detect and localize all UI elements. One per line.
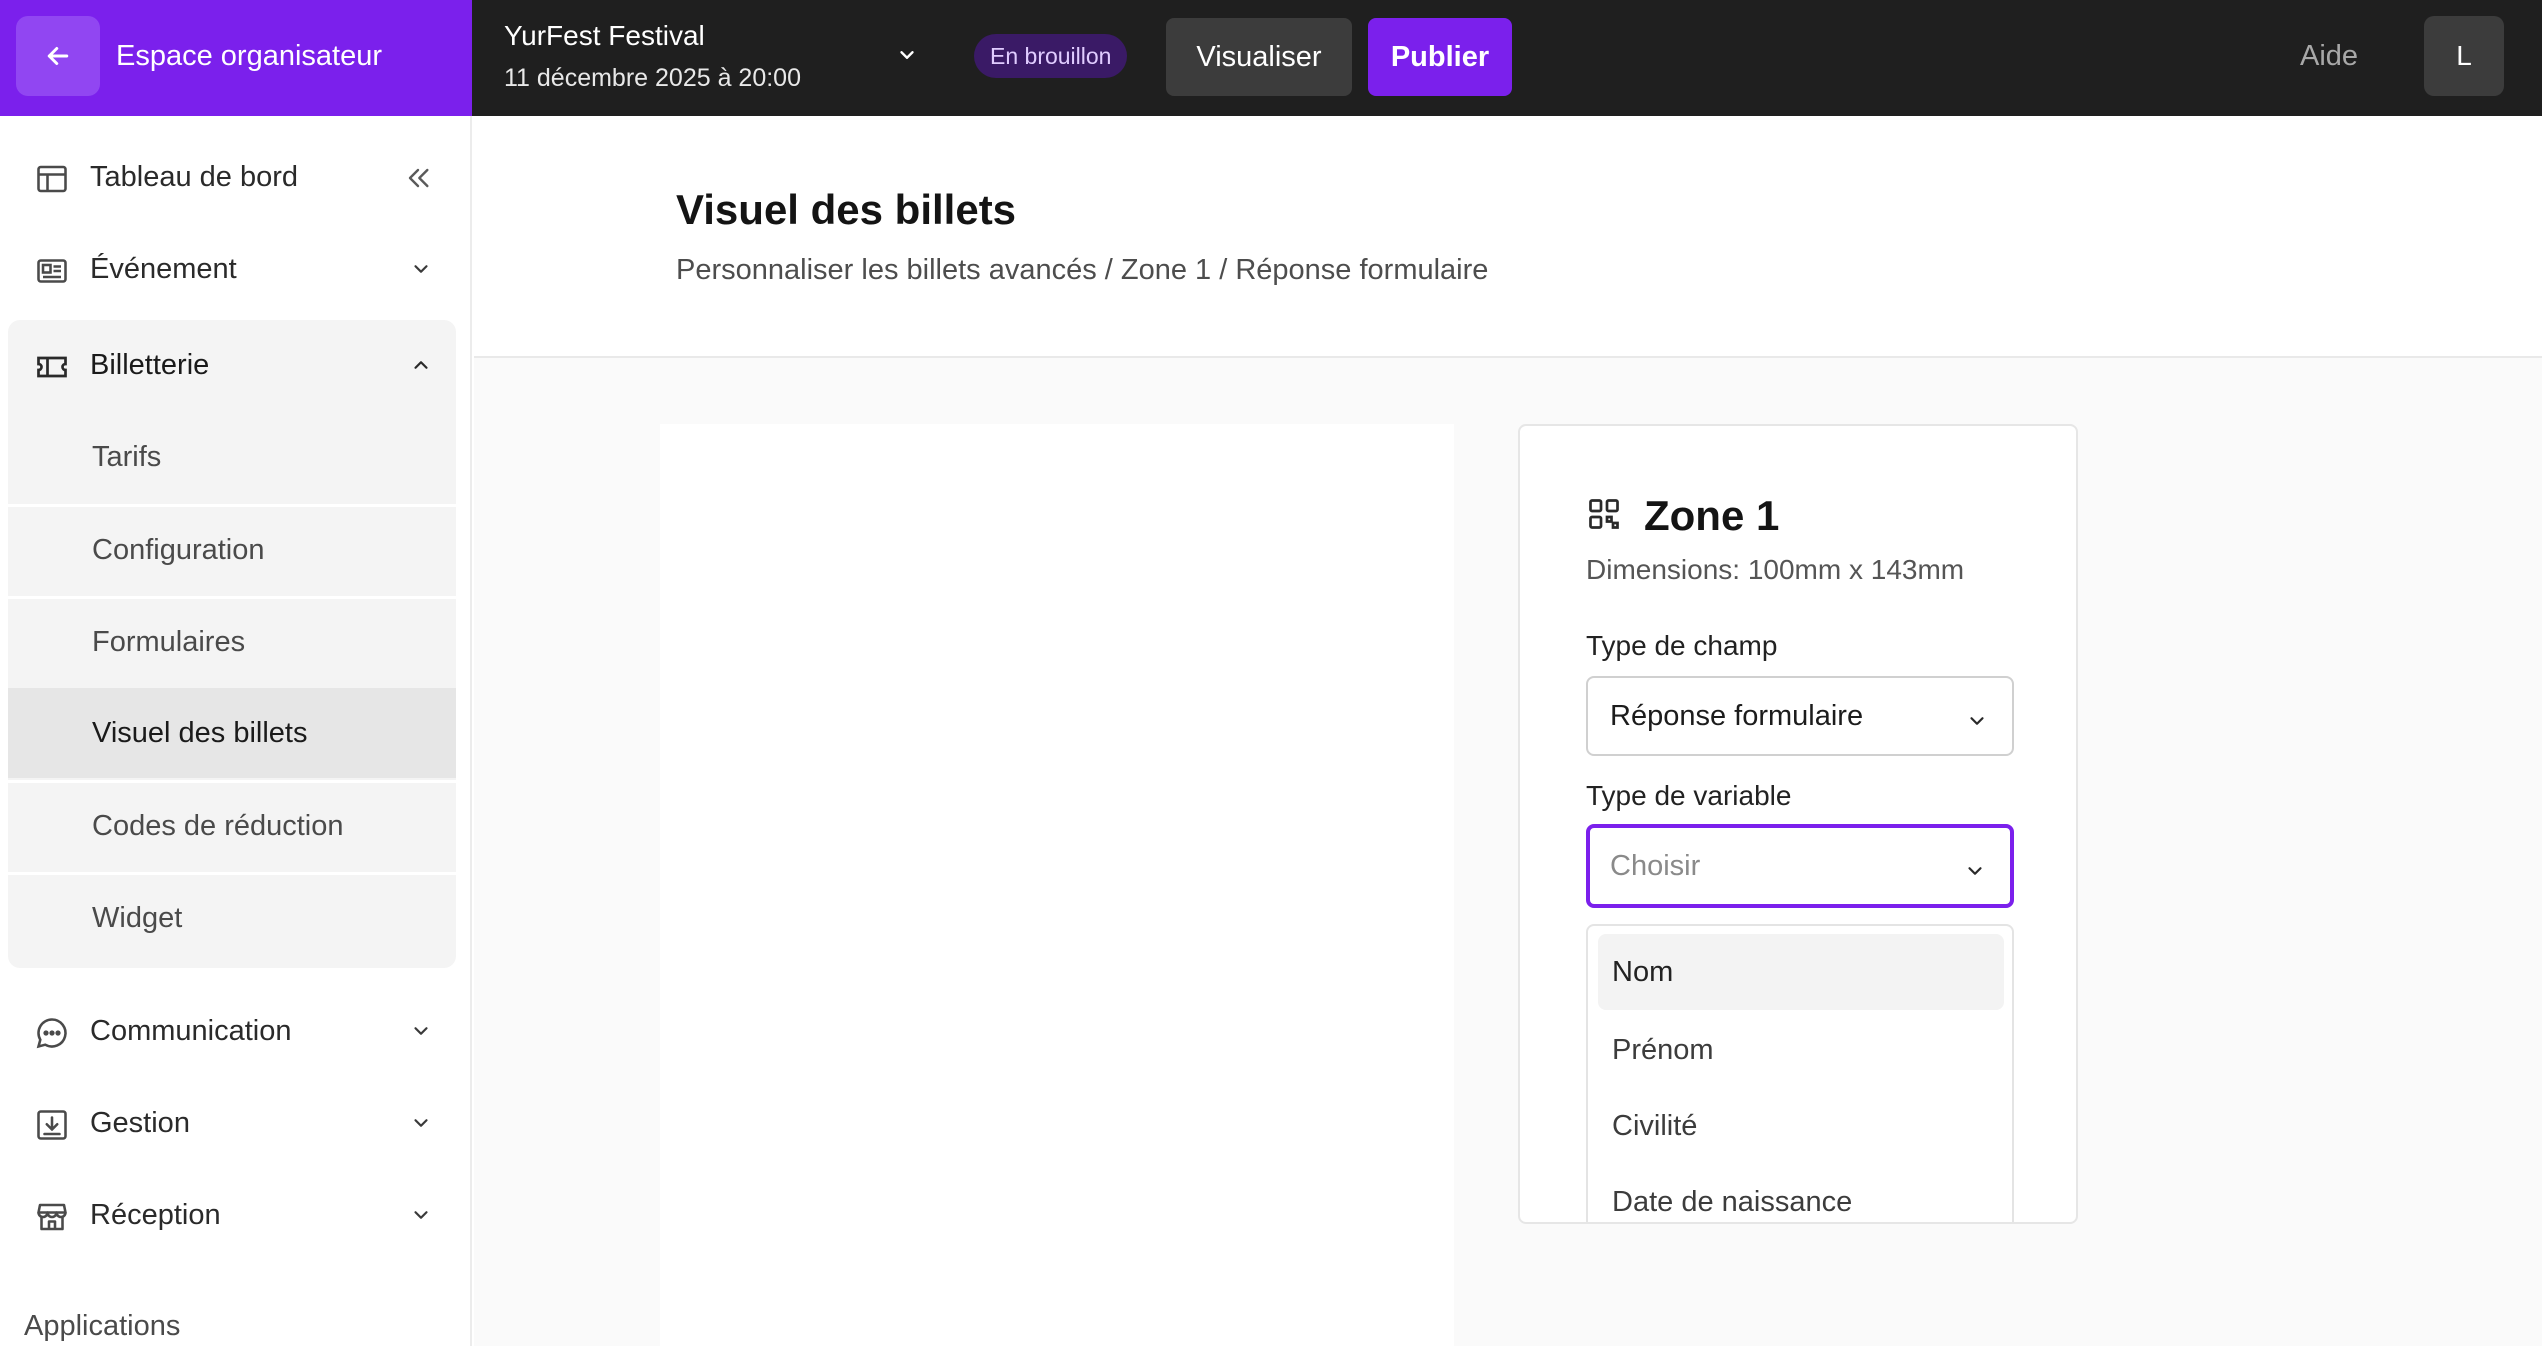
sidebar: Tableau de bord Événement Billetterie Ta… [0,116,472,1346]
sidebar-item-label: Tableau de bord [90,160,298,193]
sidebar-item-event[interactable]: Événement [8,224,456,314]
sidebar-item-configuration[interactable]: Configuration [8,504,456,594]
variable-type-placeholder: Choisir [1610,849,1701,882]
organizer-space-header: Espace organisateur [0,0,472,116]
chevron-down-icon [900,51,914,59]
qr-code-icon [1589,499,1619,529]
chat-bubble-icon [36,1018,67,1049]
publish-button[interactable]: Publier [1368,18,1512,96]
storefront-icon [37,1203,67,1231]
sidebar-item-label: Gestion [90,1106,190,1139]
event-name: YurFest Festival [504,20,705,51]
variable-type-dropdown: Nom Prénom Civilité Date de naissance [1586,924,2014,1222]
top-bar: Espace organisateur YurFest Festival 11 … [0,0,2542,116]
sidebar-item-discount-codes[interactable]: Codes de réduction [8,780,456,870]
sidebar-item-widget[interactable]: Widget [8,872,456,962]
sidebar-item-ticket-visual[interactable]: Visuel des billets [8,688,456,778]
sidebar-item-communication[interactable]: Communication [8,986,456,1076]
applications-section-label: Applications [24,1310,181,1342]
event-date: 11 décembre 2025 à 20:00 [504,64,801,92]
sidebar-item-management[interactable]: Gestion [8,1078,456,1168]
chevron-down-icon [414,265,428,273]
sidebar-item-label: Billetterie [90,348,210,381]
breadcrumb: Personnaliser les billets avancés / Zone… [676,254,1489,286]
help-link[interactable]: Aide [2300,0,2358,112]
ticket-icon [37,356,67,378]
dropdown-option-date-naissance[interactable]: Date de naissance [1598,1164,2004,1222]
chevron-up-icon [414,361,428,369]
dropdown-option-prenom[interactable]: Prénom [1598,1012,2004,1088]
sidebar-item-label: Événement [90,252,237,285]
avatar[interactable]: L [2424,16,2504,96]
layout-icon [37,165,67,193]
collapse-sidebar-icon[interactable] [402,162,434,194]
sidebar-item-dashboard[interactable]: Tableau de bord [8,132,456,222]
sidebar-item-reception[interactable]: Réception [8,1170,456,1260]
chevron-down-icon [1968,867,1982,875]
field-type-label: Type de champ [1586,630,1778,661]
page-title: Visuel des billets [676,186,1017,233]
dropdown-option-civilite[interactable]: Civilité [1598,1088,2004,1164]
page-header: Visuel des billets Personnaliser les bil… [474,116,2542,358]
event-selector[interactable]: YurFest Festival 11 décembre 2025 à 20:0… [504,14,924,100]
newspaper-icon [37,259,67,283]
zone-title: Zone 1 [1644,492,1780,539]
sidebar-item-ticketing[interactable]: Billetterie [8,320,456,410]
sidebar-item-label: Réception [90,1198,221,1231]
chevron-down-icon [414,1211,428,1219]
arrow-left-icon [47,47,69,65]
organizer-space-label[interactable]: Espace organisateur [116,0,382,112]
ticketing-group: Billetterie Tarifs Configuration Formula… [8,320,456,968]
variable-type-select[interactable]: Choisir [1586,824,2014,908]
zone-dimensions: Dimensions: 100mm x 143mm [1586,554,1965,585]
status-badge: En brouillon [974,34,1128,78]
back-button[interactable] [16,16,100,96]
zone-settings-panel: Zone 1 Dimensions: 100mm x 143mm Type de… [1518,424,2078,1224]
ticket-preview-canvas[interactable] [660,424,1454,1346]
chevron-down-icon [414,1119,428,1127]
dropdown-option-nom[interactable]: Nom [1598,934,2004,1010]
chevron-down-icon [1970,717,1984,725]
variable-type-label: Type de variable [1586,780,1792,811]
preview-button[interactable]: Visualiser [1166,18,1352,96]
sidebar-item-forms[interactable]: Formulaires [8,596,456,686]
field-type-value: Réponse formulaire [1610,699,1864,732]
sidebar-item-tarifs[interactable]: Tarifs [8,412,456,502]
sidebar-item-label: Communication [90,1014,292,1047]
download-tray-icon [37,1110,67,1140]
chevron-down-icon [414,1027,428,1035]
field-type-select[interactable]: Réponse formulaire [1586,676,2014,756]
